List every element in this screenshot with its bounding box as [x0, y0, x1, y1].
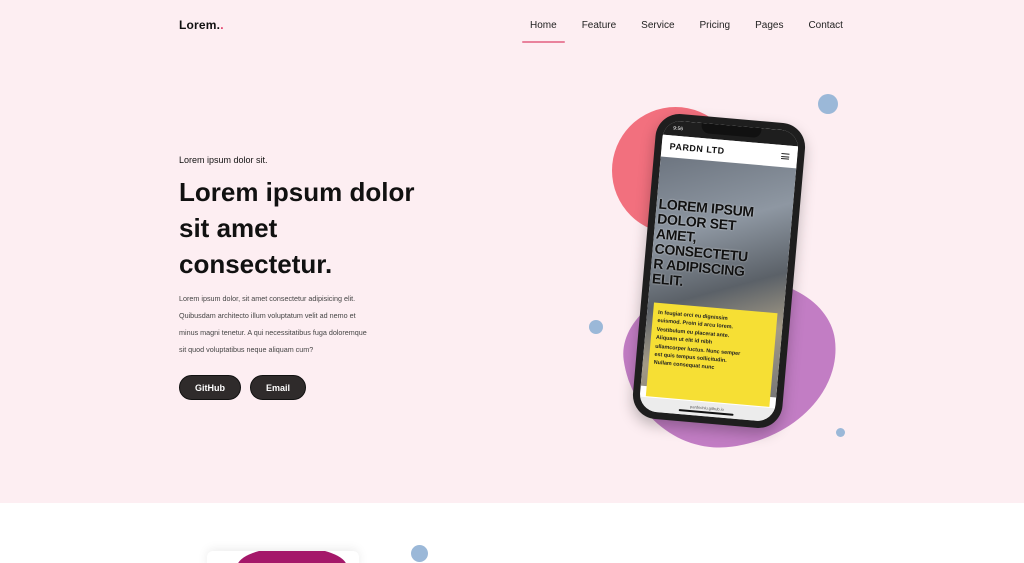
nav-item-home[interactable]: Home — [522, 20, 565, 43]
decorative-dot — [836, 428, 845, 437]
nav-item-contact[interactable]: Contact — [808, 20, 842, 43]
phone-headline: LOREM IPSUM DOLOR SET AMET, CONSECTETU R… — [651, 195, 755, 289]
decorative-shape — [237, 551, 347, 563]
phone-screen: 9:56 PARDN LTD LOREM IPSUM DOLOR SET AME… — [638, 119, 800, 423]
hero-description: Lorem ipsum dolor, sit amet consectetur … — [179, 294, 367, 354]
email-button[interactable]: Email — [250, 375, 306, 400]
github-button[interactable]: GitHub — [179, 375, 241, 400]
decorative-dot — [818, 94, 838, 114]
decorative-dot — [411, 545, 428, 562]
decorative-dot — [589, 320, 603, 334]
hamburger-icon — [780, 153, 790, 160]
nav-item-service[interactable]: Service — [641, 20, 674, 43]
phone-mockup: 9:56 PARDN LTD LOREM IPSUM DOLOR SET AME… — [630, 112, 808, 430]
phone-text-card: In feugiat orci eu dignissim euismod. Pr… — [645, 302, 778, 407]
nav-item-pricing[interactable]: Pricing — [700, 20, 731, 43]
brand-logo[interactable]: Lorem.. — [179, 18, 224, 32]
hero-section: Lorem.. Home Feature Service Pricing Pag… — [0, 0, 1024, 503]
hero-eyebrow: Lorem ipsum dolor sit. — [179, 155, 268, 165]
hero-headline: Lorem ipsum dolor sit amet consectetur. — [179, 177, 415, 279]
nav-item-feature[interactable]: Feature — [582, 20, 616, 43]
nav-item-pages[interactable]: Pages — [755, 20, 783, 43]
phone-hero-photo: LOREM IPSUM DOLOR SET AMET, CONSECTETU R… — [640, 156, 797, 407]
main-nav: Home Feature Service Pricing Pages Conta… — [522, 20, 843, 43]
next-section-card-preview — [207, 551, 359, 563]
phone-app-title: PARDN LTD — [669, 141, 726, 157]
